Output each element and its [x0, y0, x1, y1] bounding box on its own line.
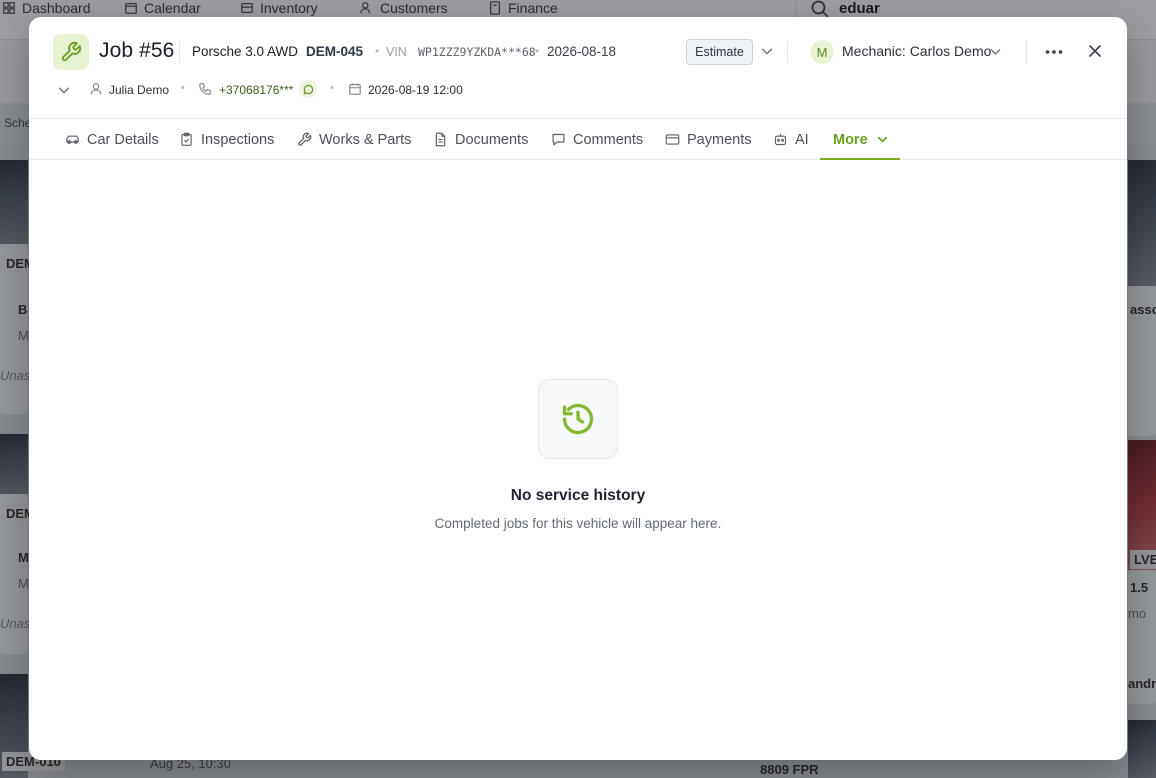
car-icon — [66, 135, 79, 144]
tab-label: More — [833, 131, 868, 148]
tab-car-details[interactable]: Car Details — [65, 119, 159, 160]
message-button[interactable] — [299, 80, 317, 98]
clipboard-icon — [181, 132, 192, 146]
active-tab-indicator — [820, 158, 900, 160]
separator-dot: • — [181, 82, 185, 94]
divider — [179, 41, 180, 63]
calendar-icon — [349, 83, 361, 95]
card-icon — [665, 134, 680, 145]
tab-label: Payments — [687, 131, 752, 148]
mechanic-select[interactable]: Mechanic: Carlos Demo — [842, 43, 991, 59]
divider — [1026, 41, 1027, 63]
chat-bubble-icon — [303, 84, 313, 94]
tab-ai[interactable]: AI — [773, 119, 809, 160]
empty-state-title: No service history — [510, 487, 646, 504]
tab-works-parts[interactable]: Works & Parts — [297, 119, 411, 160]
empty-state-icon-box — [538, 379, 618, 459]
comment-icon — [552, 133, 565, 146]
wrench-icon — [298, 132, 312, 146]
chevron-down-icon[interactable] — [760, 44, 774, 58]
chevron-down-icon[interactable] — [989, 45, 1002, 58]
tab-label: Car Details — [87, 131, 159, 148]
document-icon — [435, 132, 446, 147]
job-tabs: Car Details Inspections Works & Parts Do… — [29, 118, 1127, 160]
tab-documents[interactable]: Documents — [433, 119, 528, 160]
job-meta-row: Julia Demo • +37068176*** • 2026-08-19 1… — [29, 79, 1127, 101]
job-icon-badge — [53, 34, 89, 70]
car-model: Porsche 3.0 AWD — [192, 44, 299, 59]
customer-phone[interactable]: +37068176*** — [219, 83, 293, 97]
customer-name[interactable]: Julia Demo — [109, 83, 169, 97]
separator-dot: • — [330, 82, 334, 94]
user-icon — [90, 83, 102, 95]
job-modal: Job #56 Porsche 3.0 AWD DEM-045 • VIN WP… — [29, 17, 1127, 760]
wrench-icon — [61, 41, 82, 62]
chevron-down-icon[interactable] — [57, 83, 71, 97]
license-plate: DEM-045 — [306, 44, 364, 59]
tab-label: Comments — [573, 131, 644, 148]
close-button[interactable] — [1085, 41, 1105, 61]
separator-dot: • — [535, 44, 540, 58]
history-icon — [562, 403, 594, 435]
ellipsis-icon — [1045, 50, 1063, 54]
robot-icon — [774, 133, 787, 146]
vin-value: WP1ZZZ9YZKDA***68 — [418, 45, 536, 59]
tab-label: Works & Parts — [319, 131, 412, 148]
phone-icon — [199, 83, 211, 95]
separator-dot: • — [375, 44, 380, 58]
tab-label: Inspections — [201, 131, 275, 148]
empty-state-description: Completed jobs for this vehicle will app… — [434, 516, 722, 531]
job-title: Job #56 — [99, 39, 175, 62]
job-header: Job #56 Porsche 3.0 AWD DEM-045 • VIN WP… — [29, 17, 1127, 118]
more-options-button[interactable] — [1043, 41, 1065, 63]
status-estimate-button[interactable]: Estimate — [686, 39, 753, 65]
chevron-down-icon — [877, 136, 887, 143]
tab-label: AI — [795, 131, 809, 148]
tab-inspections[interactable]: Inspections — [179, 119, 274, 160]
close-icon — [1089, 45, 1101, 57]
job-date: 2026-08-18 — [547, 44, 617, 59]
appointment-datetime[interactable]: 2026-08-19 12:00 — [368, 83, 463, 97]
divider — [787, 41, 788, 63]
vin-label: VIN — [386, 45, 407, 59]
tab-comments[interactable]: Comments — [551, 119, 643, 160]
tab-label: Documents — [455, 131, 529, 148]
tab-more[interactable]: More — [833, 119, 890, 160]
tab-payments[interactable]: Payments — [665, 119, 751, 160]
mechanic-avatar: M — [810, 40, 834, 64]
